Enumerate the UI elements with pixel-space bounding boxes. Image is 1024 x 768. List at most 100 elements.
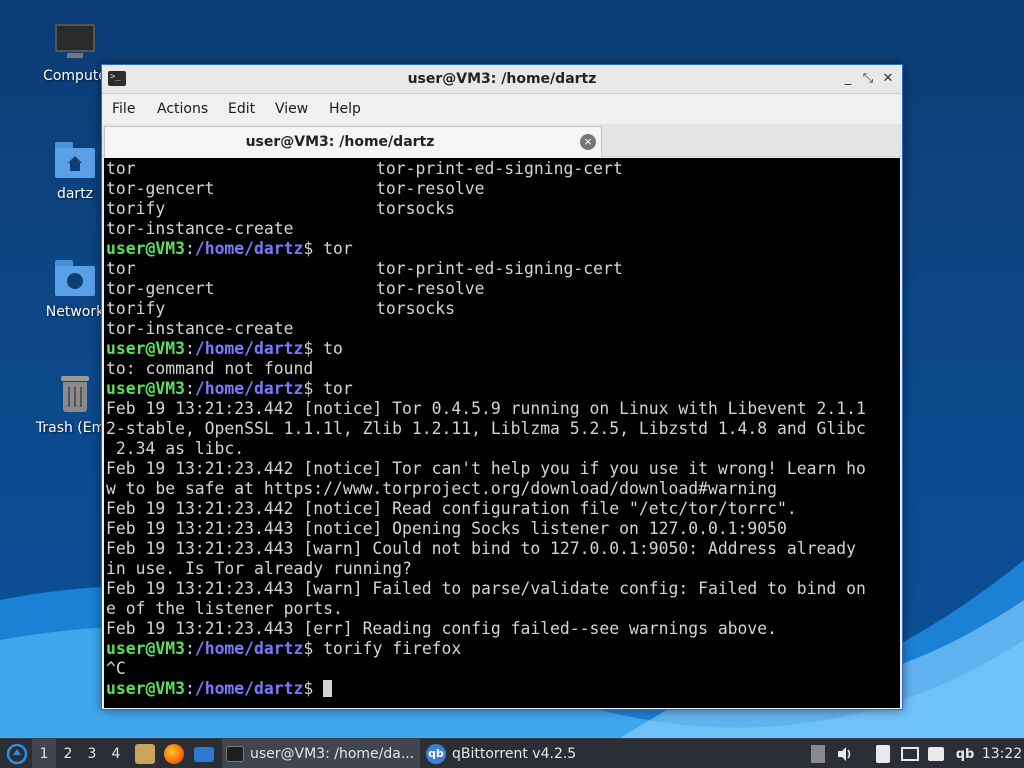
terminal-line: Feb 19 13:21:23.442 [notice] Tor 0.4.5.9… [104, 399, 900, 419]
command-text: tor [313, 239, 353, 258]
terminal-line: w to be safe at https://www.torproject.o… [104, 479, 900, 499]
update-notifier-icon [811, 745, 825, 763]
file-manager-launcher[interactable] [134, 739, 156, 768]
output-text: Feb 19 13:21:23.443 [warn] Failed to par… [106, 579, 866, 598]
prompt-separator: : [184, 339, 195, 358]
output-text-column: tor-resolve [376, 179, 485, 198]
terminal-line: e of the listener ports. [104, 599, 900, 619]
output-text: tor [106, 159, 136, 178]
prompt-path: /home/dartz [194, 339, 304, 358]
terminal-line: torify torsocks [104, 199, 900, 219]
menu-help[interactable]: Help [329, 101, 361, 117]
menu-actions[interactable]: Actions [157, 101, 208, 117]
output-text: tor-instance-create [106, 319, 294, 338]
prompt-separator: : [184, 679, 195, 698]
tray-updates[interactable] [808, 739, 828, 768]
terminal-line: user@VM3:/home/dartz$ tor [104, 239, 900, 259]
terminal-line: tor tor-print-ed-signing-cert [104, 259, 900, 279]
lubuntu-logo-icon [6, 743, 28, 765]
output-text: tor-gencert [106, 279, 215, 298]
prompt-path: /home/dartz [194, 679, 304, 698]
output-text: torify [106, 199, 166, 218]
maximize-button[interactable]: ⤡ [860, 71, 876, 87]
clipboard-icon [876, 745, 890, 763]
firefox-launcher[interactable] [163, 739, 185, 768]
notification-icon [928, 747, 944, 761]
app-menu-button[interactable] [4, 739, 30, 768]
terminal-line: Feb 19 13:21:23.443 [warn] Could not bin… [104, 539, 900, 559]
prompt-path: /home/dartz [194, 379, 304, 398]
workspace-3[interactable]: 3 [80, 739, 104, 768]
terminal-line: user@VM3:/home/dartz$ [104, 679, 900, 699]
output-text: Feb 19 13:21:23.442 [notice] Read config… [106, 499, 797, 518]
tray-clipboard[interactable] [872, 739, 894, 768]
output-text: 2-stable, OpenSSL 1.1.1l, Zlib 1.2.11, L… [106, 419, 866, 438]
workspace-1[interactable]: 1 [32, 739, 56, 768]
tray-notifications[interactable] [925, 739, 947, 768]
output-text-column: tor-print-ed-signing-cert [376, 259, 623, 278]
command-text: torify firefox [313, 639, 462, 658]
task-label: user@VM3: /home/da... [250, 746, 415, 762]
output-text-column: torsocks [376, 299, 455, 318]
qbittorrent-icon: qb [426, 744, 446, 764]
workspace-4[interactable]: 4 [104, 739, 128, 768]
minimize-button[interactable]: _ [840, 71, 856, 87]
prompt-user: user@VM3 [106, 339, 185, 358]
menubar: File Actions Edit View Help [102, 94, 902, 124]
prompt-separator: : [184, 239, 195, 258]
output-text-column: tor-resolve [376, 279, 485, 298]
trash-icon [53, 374, 97, 414]
prompt-sigil: $ [303, 639, 314, 658]
prompt-sigil: $ [303, 239, 314, 258]
output-text: torify [106, 299, 166, 318]
desktop-icon-label: Compute [43, 68, 107, 84]
network-icon [901, 747, 919, 761]
computer-icon [53, 22, 97, 62]
terminal-line: Feb 19 13:21:23.443 [err] Reading config… [104, 619, 900, 639]
prompt-sigil: $ [303, 679, 314, 698]
terminal-window[interactable]: user@VM3: /home/dartz _ ⤡ ✕ File Actions… [101, 64, 903, 710]
menu-view[interactable]: View [275, 101, 308, 117]
terminal-line: Feb 19 13:21:23.443 [warn] Failed to par… [104, 579, 900, 599]
window-titlebar[interactable]: user@VM3: /home/dartz _ ⤡ ✕ [102, 65, 902, 94]
terminal-icon [226, 746, 244, 762]
terminal-line: Feb 19 13:21:23.443 [notice] Opening Soc… [104, 519, 900, 539]
desktop-icon [194, 746, 214, 762]
menu-file[interactable]: File [112, 101, 135, 117]
menu-edit[interactable]: Edit [228, 101, 255, 117]
close-button[interactable]: ✕ [880, 71, 896, 87]
output-text: Feb 19 13:21:23.443 [warn] Could not bin… [106, 539, 856, 558]
show-desktop-launcher[interactable] [192, 739, 216, 768]
prompt-sigil: $ [303, 339, 314, 358]
command-text: tor [313, 379, 353, 398]
terminal-line: tor tor-print-ed-signing-cert [104, 159, 900, 179]
tray-network[interactable] [898, 739, 922, 768]
prompt-path: /home/dartz [194, 239, 304, 258]
home-folder-icon [53, 140, 97, 180]
task-qbittorrent[interactable]: qb qBittorrent v4.2.5 [422, 739, 602, 768]
output-text: e of the listener ports. [106, 599, 343, 618]
clock[interactable]: 13:22 [982, 739, 1022, 768]
tab-close-icon[interactable]: × [580, 134, 596, 150]
firefox-icon [164, 744, 184, 764]
prompt-sigil: $ [303, 379, 314, 398]
output-text: Feb 19 13:21:23.443 [notice] Opening Soc… [106, 519, 787, 538]
terminal-line: 2-stable, OpenSSL 1.1.1l, Zlib 1.2.11, L… [104, 419, 900, 439]
desktop-icon-label: dartz [56, 186, 94, 202]
prompt-user: user@VM3 [106, 239, 185, 258]
tray-volume[interactable] [834, 739, 856, 768]
file-manager-icon [135, 744, 155, 764]
command-text: to [313, 339, 343, 358]
output-text: Feb 19 13:21:23.442 [notice] Tor 0.4.5.9… [106, 399, 866, 418]
terminal-line: Feb 19 13:21:23.442 [notice] Read config… [104, 499, 900, 519]
task-label: qBittorrent v4.2.5 [452, 746, 577, 762]
task-terminal[interactable]: user@VM3: /home/da... [222, 739, 420, 768]
terminal-line: Feb 19 13:21:23.442 [notice] Tor can't h… [104, 459, 900, 479]
terminal-tab[interactable]: user@VM3: /home/dartz × [104, 126, 602, 157]
output-text: to: command not found [106, 359, 314, 378]
tray-qbittorrent[interactable]: qb [955, 739, 975, 768]
command-text [313, 679, 323, 698]
terminal-output[interactable]: tor tor-print-ed-signing-cert tor-gencert t… [104, 158, 900, 708]
taskbar: 1 2 3 4 user@VM3: /home/da... qb qBittor… [0, 738, 1024, 768]
workspace-2[interactable]: 2 [56, 739, 80, 768]
